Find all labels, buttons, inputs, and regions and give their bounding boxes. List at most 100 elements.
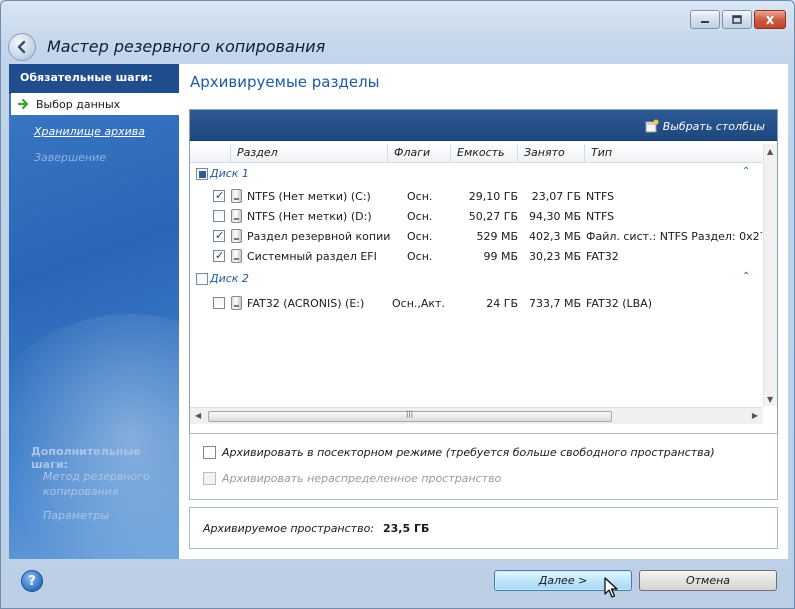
scroll-left-icon[interactable]: ◀ bbox=[195, 411, 201, 420]
column-header-row: Раздел Флаги Емкость Занято Тип bbox=[190, 144, 762, 163]
column-header-flags[interactable]: Флаги bbox=[388, 144, 451, 163]
partition-row[interactable]: FAT32 (ACRONIS) (E:) Осн.,Акт. 24 ГБ 733… bbox=[190, 294, 762, 314]
vertical-scrollbar[interactable]: ▲ ▼ bbox=[763, 144, 777, 406]
collapse-chevron-icon[interactable]: ⌃ bbox=[742, 271, 750, 282]
drive-icon bbox=[231, 249, 242, 263]
column-header-type[interactable]: Тип bbox=[585, 144, 762, 163]
partition-name: NTFS (Нет метки) (D:) bbox=[247, 210, 372, 223]
partition-used: 402,3 МБ bbox=[528, 230, 581, 243]
content-area: Архивируемые разделы Выбрать столбцы Раз… bbox=[179, 64, 788, 559]
partition-row[interactable]: Раздел резервной копии Осн. 529 МБ 402,3… bbox=[190, 227, 762, 247]
partition-flags: Осн.,Акт. bbox=[392, 297, 445, 310]
select-columns-button[interactable]: Выбрать столбцы bbox=[645, 119, 765, 133]
back-arrow-icon bbox=[17, 40, 26, 54]
select-columns-label: Выбрать столбцы bbox=[662, 119, 765, 133]
title-bar: Мастер резервного копирования bbox=[1, 1, 794, 61]
partition-name: Системный раздел EFI bbox=[247, 250, 377, 263]
partition-name: Раздел резервной копии bbox=[247, 230, 391, 243]
columns-icon bbox=[645, 119, 659, 133]
close-icon bbox=[766, 14, 774, 25]
help-icon: ? bbox=[28, 573, 36, 589]
partition-name: NTFS (Нет метки) (C:) bbox=[247, 190, 371, 203]
unallocated-space-label: Архивировать нераспределенное пространст… bbox=[222, 472, 502, 485]
scroll-down-icon[interactable]: ▼ bbox=[767, 395, 773, 404]
partition-used: 30,23 МБ bbox=[528, 250, 581, 263]
partition-name: FAT32 (ACRONIS) (E:) bbox=[247, 297, 365, 310]
unallocated-space-option: Архивировать нераспределенное пространст… bbox=[203, 472, 501, 485]
partition-type: NTFS bbox=[586, 210, 615, 223]
back-button[interactable] bbox=[8, 33, 36, 61]
maximize-icon bbox=[732, 14, 742, 24]
sector-by-sector-checkbox[interactable] bbox=[203, 446, 216, 459]
column-header-used[interactable]: Занято bbox=[518, 144, 585, 163]
partition-flags: Осн. bbox=[407, 250, 433, 263]
disk-row[interactable]: Диск 2 ⌃ bbox=[190, 269, 762, 289]
step-select-data-label: Выбор данных bbox=[36, 98, 121, 111]
column-header-capacity[interactable]: Емкость bbox=[451, 144, 518, 163]
disk-1-checkbox[interactable] bbox=[196, 168, 208, 180]
step-backup-method: Метод резервного копирования bbox=[43, 470, 150, 498]
help-button[interactable]: ? bbox=[21, 570, 43, 592]
partition-type: FAT32 bbox=[586, 250, 619, 263]
options-box: Архивировать в посекторном режиме (требу… bbox=[189, 433, 778, 500]
page-title: Архивируемые разделы bbox=[190, 73, 380, 91]
partition-flags: Осн. bbox=[407, 230, 433, 243]
archive-space-box: Архивируемое пространство: 23,5 ГБ bbox=[189, 507, 778, 549]
partition-checkbox[interactable] bbox=[213, 229, 225, 242]
sector-by-sector-option[interactable]: Архивировать в посекторном режиме (требу… bbox=[203, 446, 715, 459]
maximize-button[interactable] bbox=[722, 10, 752, 29]
steps-panel: Обязательные шаги: Хранилище архива Заве… bbox=[9, 64, 179, 559]
partition-checkbox[interactable] bbox=[213, 297, 225, 309]
step-archive-location[interactable]: Хранилище архива bbox=[9, 120, 179, 142]
step-options: Параметры bbox=[43, 509, 109, 522]
grid-toolbar: Выбрать столбцы bbox=[190, 110, 777, 141]
wizard-window: Мастер резервного копирования Обязательн… bbox=[0, 0, 795, 609]
partition-capacity: 50,27 ГБ bbox=[468, 210, 518, 223]
minimize-icon bbox=[701, 20, 709, 23]
step-finish: Завершение bbox=[34, 151, 106, 164]
scroll-right-icon[interactable]: ▶ bbox=[752, 411, 758, 420]
disk-2-label: Диск 2 bbox=[210, 272, 249, 285]
scroll-grip-icon: ||| bbox=[406, 410, 414, 418]
partition-used: 733,7 МБ bbox=[528, 297, 581, 310]
window-title: Мастер резервного копирования bbox=[47, 37, 326, 56]
partition-grid: Выбрать столбцы Раздел Флаги Емкость Зан… bbox=[189, 109, 778, 489]
collapse-chevron-icon[interactable]: ⌃ bbox=[742, 166, 750, 177]
archive-space-value: 23,5 ГБ bbox=[383, 522, 430, 535]
drive-icon bbox=[231, 229, 242, 243]
column-header-partition[interactable]: Раздел bbox=[231, 144, 388, 163]
horizontal-scrollbar[interactable]: ◀ ||| ▶ bbox=[190, 407, 763, 424]
disk-2-checkbox[interactable] bbox=[196, 273, 208, 285]
mouse-cursor-icon bbox=[604, 577, 618, 598]
partition-flags: Осн. bbox=[407, 210, 433, 223]
close-button[interactable] bbox=[754, 10, 786, 29]
disk-1-label: Диск 1 bbox=[210, 167, 249, 180]
partition-row[interactable]: NTFS (Нет метки) (C:) Осн. 29,10 ГБ 23,0… bbox=[190, 187, 762, 207]
partition-type: Файл. сист.: NTFS Раздел: 0x27 ( bbox=[586, 230, 762, 243]
sector-by-sector-label: Архивировать в посекторном режиме (требу… bbox=[222, 446, 715, 459]
partition-checkbox[interactable] bbox=[213, 189, 225, 202]
current-step-arrow-icon bbox=[18, 98, 29, 110]
partition-capacity: 529 МБ bbox=[476, 230, 518, 243]
optional-steps-header: Дополнительные шаги: bbox=[31, 445, 141, 471]
step-select-data[interactable]: Выбор данных bbox=[11, 93, 179, 115]
archive-space-label: Архивируемое пространство: bbox=[203, 522, 374, 535]
partition-type: NTFS bbox=[586, 190, 615, 203]
partition-row[interactable]: NTFS (Нет метки) (D:) Осн. 50,27 ГБ 94,3… bbox=[190, 207, 762, 227]
caption-buttons bbox=[690, 10, 786, 29]
disk-row[interactable]: Диск 1 ⌃ bbox=[190, 164, 762, 184]
required-steps-header: Обязательные шаги: bbox=[9, 64, 179, 94]
partition-checkbox[interactable] bbox=[213, 210, 225, 222]
partition-capacity: 29,10 ГБ bbox=[468, 190, 518, 203]
partition-type: FAT32 (LBA) bbox=[586, 297, 652, 310]
minimize-button[interactable] bbox=[690, 10, 720, 29]
scroll-up-icon[interactable]: ▲ bbox=[767, 147, 773, 156]
partition-checkbox[interactable] bbox=[213, 249, 225, 262]
partition-flags: Осн. bbox=[407, 190, 433, 203]
drive-icon bbox=[231, 296, 242, 310]
unallocated-space-checkbox bbox=[203, 472, 216, 485]
partition-capacity: 99 МБ bbox=[483, 250, 518, 263]
cancel-button[interactable]: Отмена bbox=[639, 570, 777, 591]
partition-row[interactable]: Системный раздел EFI Осн. 99 МБ 30,23 МБ… bbox=[190, 247, 762, 267]
partition-used: 94,30 МБ bbox=[528, 210, 581, 223]
